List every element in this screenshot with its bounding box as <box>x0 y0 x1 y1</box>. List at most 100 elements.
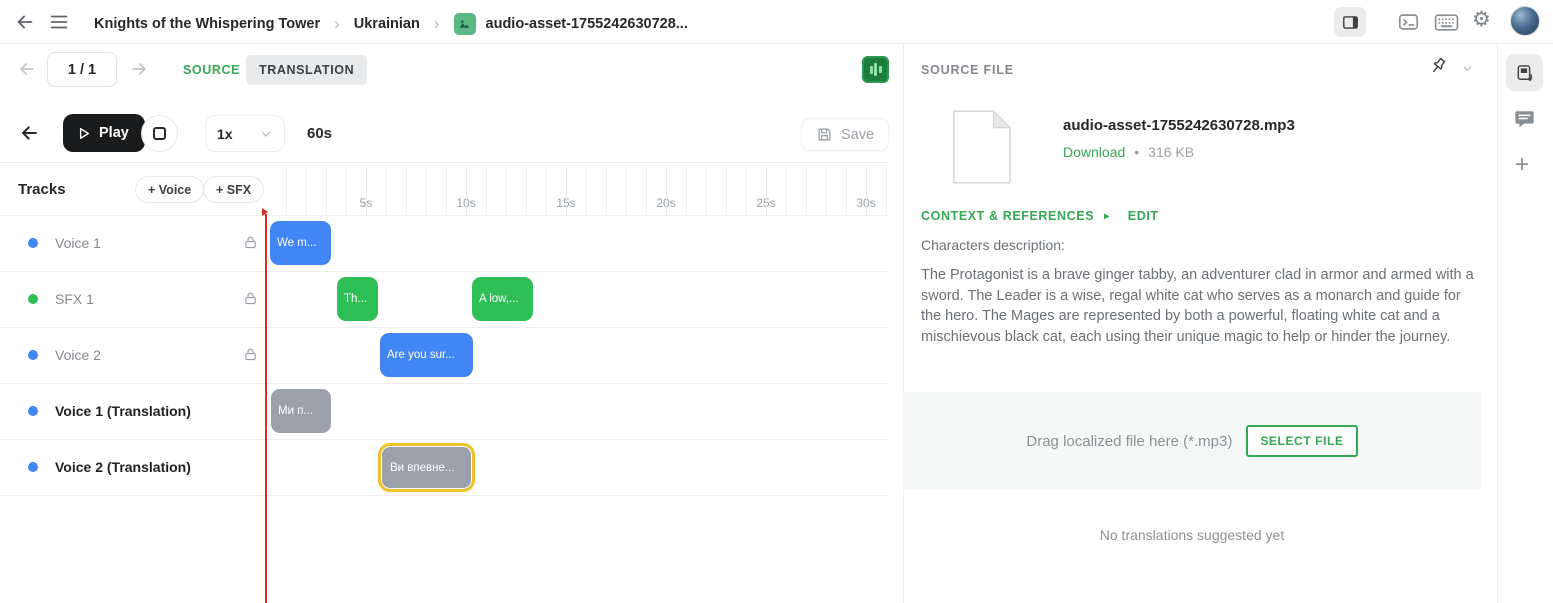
audio-clip[interactable]: Ми п... <box>271 389 331 433</box>
play-icon <box>75 125 92 142</box>
ruler-gridline <box>306 168 307 215</box>
ruler-gridline <box>366 168 367 215</box>
ruler-gridline <box>506 168 507 215</box>
lock-icon[interactable] <box>243 291 258 306</box>
ruler-gridline <box>286 168 287 215</box>
ruler-gridline <box>766 168 767 215</box>
timeline-duration: 60s <box>307 125 332 142</box>
play-button[interactable]: Play <box>63 114 145 152</box>
add-panel-icon[interactable]: + <box>1515 153 1529 177</box>
file-name: audio-asset-1755242630728.mp3 <box>1063 117 1295 134</box>
ruler-gridline <box>546 168 547 215</box>
media-panel-tab[interactable] <box>1506 54 1543 91</box>
pin-icon[interactable] <box>1428 56 1448 76</box>
ruler-gridline <box>786 168 787 215</box>
panel-layout-toggle[interactable] <box>1334 7 1366 37</box>
ruler-gridline <box>526 168 527 215</box>
breadcrumb-separator-icon: › <box>434 14 440 34</box>
divider <box>0 215 888 216</box>
audio-file-icon <box>1515 63 1535 83</box>
ruler-gridline <box>606 168 607 215</box>
keyboard-icon[interactable] <box>1434 12 1459 33</box>
save-button-label: Save <box>841 127 874 143</box>
playback-speed-select[interactable]: 1x <box>205 115 285 152</box>
rewind-to-start-icon[interactable] <box>18 122 41 144</box>
audio-clip[interactable]: A low,... <box>472 277 533 321</box>
context-references-link[interactable]: CONTEXT & REFERENCES <box>921 209 1094 223</box>
file-document-icon <box>953 110 1011 189</box>
ruler-gridline <box>626 168 627 215</box>
hamburger-menu-icon[interactable] <box>46 11 72 33</box>
description-heading: Characters description: <box>921 237 1065 253</box>
ruler-gridline <box>646 168 647 215</box>
ruler-gridline <box>886 168 887 215</box>
ruler-gridline <box>386 168 387 215</box>
edit-link[interactable]: EDIT <box>1128 209 1159 223</box>
ruler-gridline <box>406 168 407 215</box>
localized-file-dropzone[interactable]: Drag localized file here (*.mp3) SELECT … <box>903 392 1481 490</box>
terminal-icon[interactable] <box>1397 11 1420 33</box>
app-window: Knights of the Whispering Tower › Ukrain… <box>0 0 1553 603</box>
audio-clip[interactable]: Th... <box>337 277 378 321</box>
track-label[interactable]: Voice 1 (Translation) <box>55 403 191 419</box>
page-indicator[interactable]: 1 / 1 <box>47 52 117 87</box>
page-next-icon[interactable] <box>128 59 150 79</box>
ruler-gridline <box>746 168 747 215</box>
ruler-gridline <box>446 168 447 215</box>
stop-button[interactable] <box>141 115 178 152</box>
lock-icon[interactable] <box>243 235 258 250</box>
description-text: The Protagonist is a brave ginger tabby,… <box>921 265 1483 347</box>
breadcrumb: Knights of the Whispering Tower › Ukrain… <box>94 13 688 35</box>
add-voice-track-button[interactable]: + Voice <box>135 176 204 203</box>
ruler-gridline <box>586 168 587 215</box>
track-color-dot <box>28 350 38 360</box>
ruler-gridline <box>866 168 867 215</box>
lock-icon[interactable] <box>243 347 258 362</box>
track-label[interactable]: Voice 1 <box>55 235 101 251</box>
download-link[interactable]: Download <box>1063 144 1125 160</box>
meta-separator: • <box>1134 144 1139 160</box>
ruler-gridline <box>346 168 347 215</box>
select-file-button[interactable]: SELECT FILE <box>1246 425 1357 457</box>
tab-source[interactable]: SOURCE <box>170 55 253 85</box>
timeline-ruler[interactable]: 5s 10s 15s 20s 25s 30s <box>265 168 888 215</box>
divider <box>0 383 888 384</box>
breadcrumb-project[interactable]: Knights of the Whispering Tower <box>94 16 320 32</box>
divider <box>0 162 888 163</box>
ruler-gridline <box>326 168 327 215</box>
breadcrumb-separator-icon: › <box>334 14 340 34</box>
ruler-gridline <box>826 168 827 215</box>
file-meta: Download • 316 KB <box>1063 144 1194 160</box>
add-sfx-track-button[interactable]: + SFX <box>203 176 264 203</box>
ruler-gridline <box>846 168 847 215</box>
settings-gear-icon[interactable]: ⚙ <box>1472 9 1491 30</box>
audio-clip[interactable]: We m... <box>270 221 331 265</box>
audio-clip-selected[interactable]: Ви впевне... <box>378 443 475 492</box>
breadcrumb-language[interactable]: Ukrainian <box>354 16 420 32</box>
track-color-dot <box>28 462 38 472</box>
tracks-panel-title: Tracks <box>18 181 66 198</box>
ruler-gridline <box>686 168 687 215</box>
comments-icon[interactable] <box>1513 108 1536 130</box>
no-translations-message: No translations suggested yet <box>903 527 1481 543</box>
track-color-dot <box>28 406 38 416</box>
breadcrumb-asset[interactable]: audio-asset-1755242630728... <box>486 16 688 32</box>
playhead[interactable] <box>265 214 267 603</box>
source-file-panel-title: SOURCE FILE <box>921 63 1014 77</box>
page-prev-icon[interactable] <box>16 59 38 79</box>
tab-translation[interactable]: TRANSLATION <box>246 55 367 85</box>
user-avatar[interactable] <box>1510 6 1540 36</box>
back-icon[interactable] <box>12 10 38 34</box>
track-label[interactable]: SFX 1 <box>55 291 94 307</box>
audio-clip[interactable]: Are you sur... <box>380 333 473 377</box>
save-button[interactable]: Save <box>801 118 889 151</box>
divider <box>0 327 888 328</box>
chevron-down-icon <box>259 127 273 141</box>
divider <box>0 495 888 496</box>
audio-badge-icon[interactable] <box>862 56 889 83</box>
track-label[interactable]: Voice 2 <box>55 347 101 363</box>
ruler-gridline <box>806 168 807 215</box>
asset-thumbnail-icon <box>454 13 476 35</box>
collapse-chevron-icon[interactable] <box>1461 62 1474 75</box>
track-label[interactable]: Voice 2 (Translation) <box>55 459 191 475</box>
